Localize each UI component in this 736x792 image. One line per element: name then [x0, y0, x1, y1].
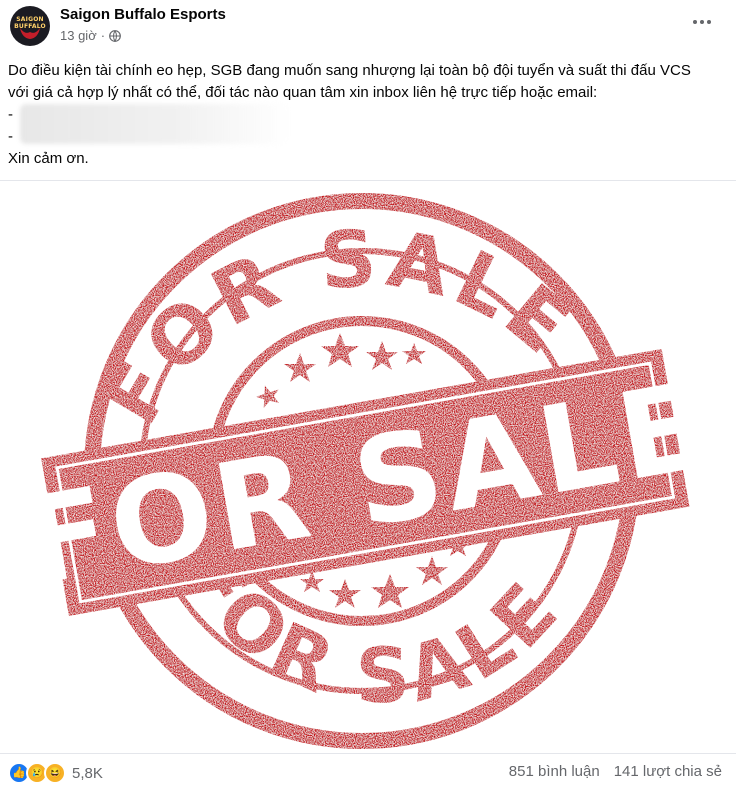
reactions-summary[interactable]: 👍 😢 😆 5,8K: [8, 762, 103, 784]
post-footer: 👍 😢 😆 5,8K 851 bình luận 141 lượt chia s…: [0, 752, 736, 792]
buffalo-logo-icon: [20, 28, 40, 39]
post-time[interactable]: 13 giờ: [60, 28, 97, 43]
comments-count[interactable]: 851 bình luận: [509, 763, 600, 780]
dot-icon: [693, 20, 697, 24]
haha-icon: 😆: [44, 762, 66, 784]
post-meta: 13 giờ ·: [60, 28, 121, 43]
post-bullet-1: -: [8, 106, 18, 123]
post-header: SAIGON BUFFALO Saigon Buffalo Esports 13…: [0, 0, 736, 50]
more-options-button[interactable]: [688, 12, 716, 32]
dot-icon: [707, 20, 711, 24]
shares-count[interactable]: 141 lượt chia sẻ: [614, 763, 722, 780]
engagement-stats: 851 bình luận 141 lượt chia sẻ: [509, 763, 722, 780]
for-sale-stamp: FOR SALE FOR SALE: [15, 193, 717, 749]
facebook-post: SAIGON BUFFALO Saigon Buffalo Esports 13…: [0, 0, 736, 792]
post-closing: Xin cảm ơn.: [8, 150, 89, 167]
post-line-1: Do điều kiện tài chính eo hẹp, SGB đang …: [8, 62, 696, 101]
reaction-count[interactable]: 5,8K: [72, 765, 103, 782]
dot-icon: [700, 20, 704, 24]
redacted-contact-info: [20, 104, 290, 144]
post-bullet-2: -: [8, 128, 18, 145]
post-image[interactable]: FOR SALE FOR SALE: [0, 180, 736, 754]
globe-icon: [109, 29, 121, 42]
page-avatar[interactable]: SAIGON BUFFALO: [10, 6, 50, 46]
page-name[interactable]: Saigon Buffalo Esports: [60, 6, 226, 23]
